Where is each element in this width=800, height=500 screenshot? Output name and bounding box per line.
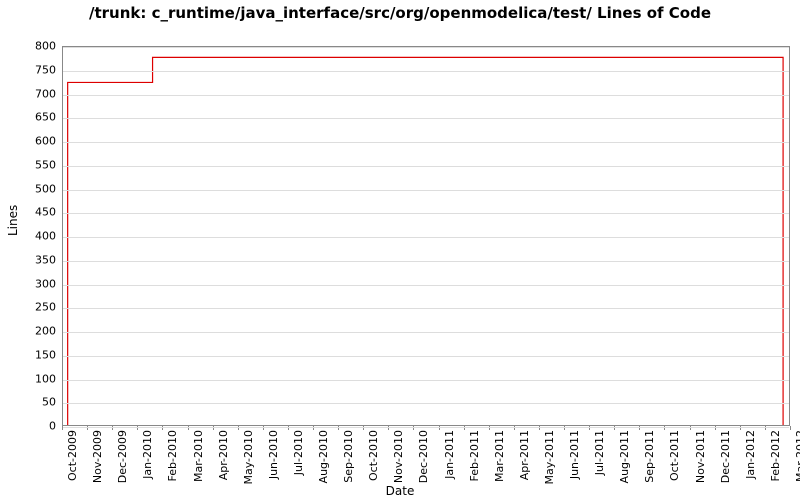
gridline-h	[63, 47, 789, 48]
gridline-h	[63, 427, 789, 428]
gridline-h	[63, 380, 789, 381]
x-tick-label: Nov-2009	[91, 430, 104, 483]
gridline-h	[63, 142, 789, 143]
y-tick-label: 650	[16, 111, 56, 124]
x-tick-label: Mar-2010	[192, 430, 205, 482]
gridline-h	[63, 285, 789, 286]
x-tick-label: Oct-2009	[66, 430, 79, 481]
gridline-h	[63, 213, 789, 214]
x-tick-label: Oct-2010	[367, 430, 380, 481]
x-tick-mark	[790, 426, 791, 430]
x-tick-label: May-2010	[242, 430, 255, 485]
y-tick-label: 100	[16, 372, 56, 385]
gridline-h	[63, 261, 789, 262]
x-tick-label: Dec-2009	[116, 430, 129, 483]
x-tick-label: Oct-2011	[668, 430, 681, 481]
x-tick-label: Feb-2012	[769, 430, 782, 481]
y-tick-label: 0	[16, 420, 56, 433]
y-tick-label: 250	[16, 301, 56, 314]
x-tick-label: Sep-2011	[643, 430, 656, 483]
x-tick-label: Dec-2010	[417, 430, 430, 483]
gridline-h	[63, 71, 789, 72]
gridline-h	[63, 332, 789, 333]
gridline-h	[63, 95, 789, 96]
y-tick-label: 200	[16, 325, 56, 338]
gridline-h	[63, 308, 789, 309]
y-tick-label: 150	[16, 348, 56, 361]
x-tick-label: Aug-2010	[317, 430, 330, 483]
series-line	[68, 57, 783, 425]
x-tick-label: Sep-2010	[342, 430, 355, 483]
x-tick-label: Jan-2011	[443, 430, 456, 479]
plot-area	[62, 46, 790, 426]
y-tick-label: 350	[16, 253, 56, 266]
y-tick-label: 750	[16, 63, 56, 76]
gridline-h	[63, 166, 789, 167]
x-tick-label: Nov-2011	[694, 430, 707, 483]
y-tick-label: 550	[16, 158, 56, 171]
y-tick-label: 50	[16, 396, 56, 409]
y-tick-label: 450	[16, 206, 56, 219]
x-tick-label: Nov-2010	[392, 430, 405, 483]
x-tick-label: Jul-2010	[292, 430, 305, 475]
x-tick-label: Apr-2010	[217, 430, 230, 480]
gridline-h	[63, 118, 789, 119]
gridline-h	[63, 356, 789, 357]
x-tick-label: Mar-2011	[493, 430, 506, 482]
x-tick-label: Dec-2011	[719, 430, 732, 483]
y-tick-label: 800	[16, 40, 56, 53]
y-tick-label: 500	[16, 182, 56, 195]
x-tick-label: Jun-2011	[568, 430, 581, 479]
x-tick-label: Jul-2011	[593, 430, 606, 475]
y-tick-label: 300	[16, 277, 56, 290]
gridline-h	[63, 237, 789, 238]
y-tick-label: 400	[16, 230, 56, 243]
chart-container: /trunk: c_runtime/java_interface/src/org…	[0, 0, 800, 500]
y-tick-label: 700	[16, 87, 56, 100]
x-tick-label: Feb-2011	[468, 430, 481, 481]
x-tick-label: Feb-2010	[166, 430, 179, 481]
x-tick-label: Aug-2011	[618, 430, 631, 483]
x-tick-label: Jun-2010	[267, 430, 280, 479]
chart-title: /trunk: c_runtime/java_interface/src/org…	[0, 4, 800, 22]
y-tick-label: 600	[16, 135, 56, 148]
x-tick-label: Jan-2012	[744, 430, 757, 479]
x-tick-label: Mar-2012	[794, 430, 800, 482]
gridline-h	[63, 403, 789, 404]
x-axis-label: Date	[0, 484, 800, 498]
x-tick-label: May-2011	[543, 430, 556, 485]
gridline-h	[63, 190, 789, 191]
x-tick-label: Jan-2010	[141, 430, 154, 479]
data-line-layer	[63, 47, 789, 425]
x-tick-label: Apr-2011	[518, 430, 531, 480]
